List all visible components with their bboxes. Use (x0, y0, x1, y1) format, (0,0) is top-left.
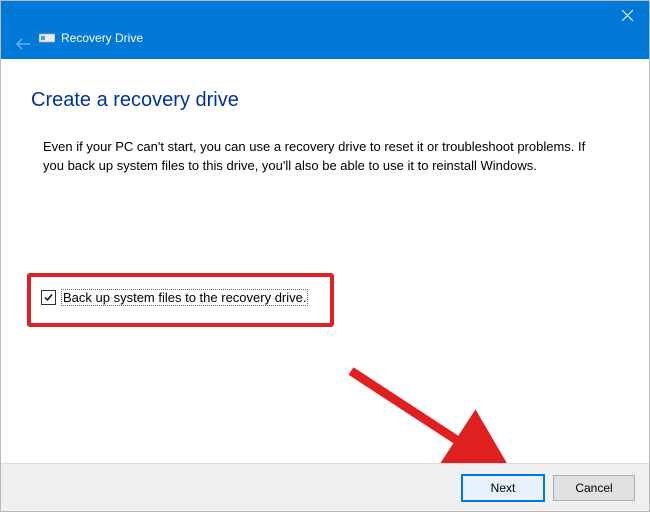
backup-checkbox-label: Back up system files to the recovery dri… (61, 289, 308, 306)
window-title: Recovery Drive (61, 31, 143, 45)
titlebar: Recovery Drive (1, 1, 649, 59)
back-button (15, 37, 31, 55)
recovery-drive-wizard-window: Recovery Drive Create a recovery drive E… (0, 0, 650, 512)
next-button-label: Next (491, 481, 516, 495)
drive-icon (39, 32, 55, 44)
close-button[interactable] (605, 1, 649, 29)
content-area: Create a recovery drive Even if your PC … (1, 59, 649, 463)
close-icon (622, 10, 633, 21)
page-heading: Create a recovery drive (31, 89, 619, 112)
title-wrap: Recovery Drive (39, 31, 143, 45)
backup-checkbox-row[interactable]: Back up system files to the recovery dri… (41, 289, 308, 306)
footer: Next Cancel (1, 463, 649, 511)
back-arrow-icon (15, 38, 31, 50)
checkmark-icon (43, 292, 54, 303)
backup-checkbox[interactable] (41, 290, 56, 305)
cancel-button-label: Cancel (575, 481, 612, 495)
next-button[interactable]: Next (461, 474, 545, 502)
page-description: Even if your PC can't start, you can use… (43, 138, 603, 176)
cancel-button[interactable]: Cancel (553, 475, 635, 501)
